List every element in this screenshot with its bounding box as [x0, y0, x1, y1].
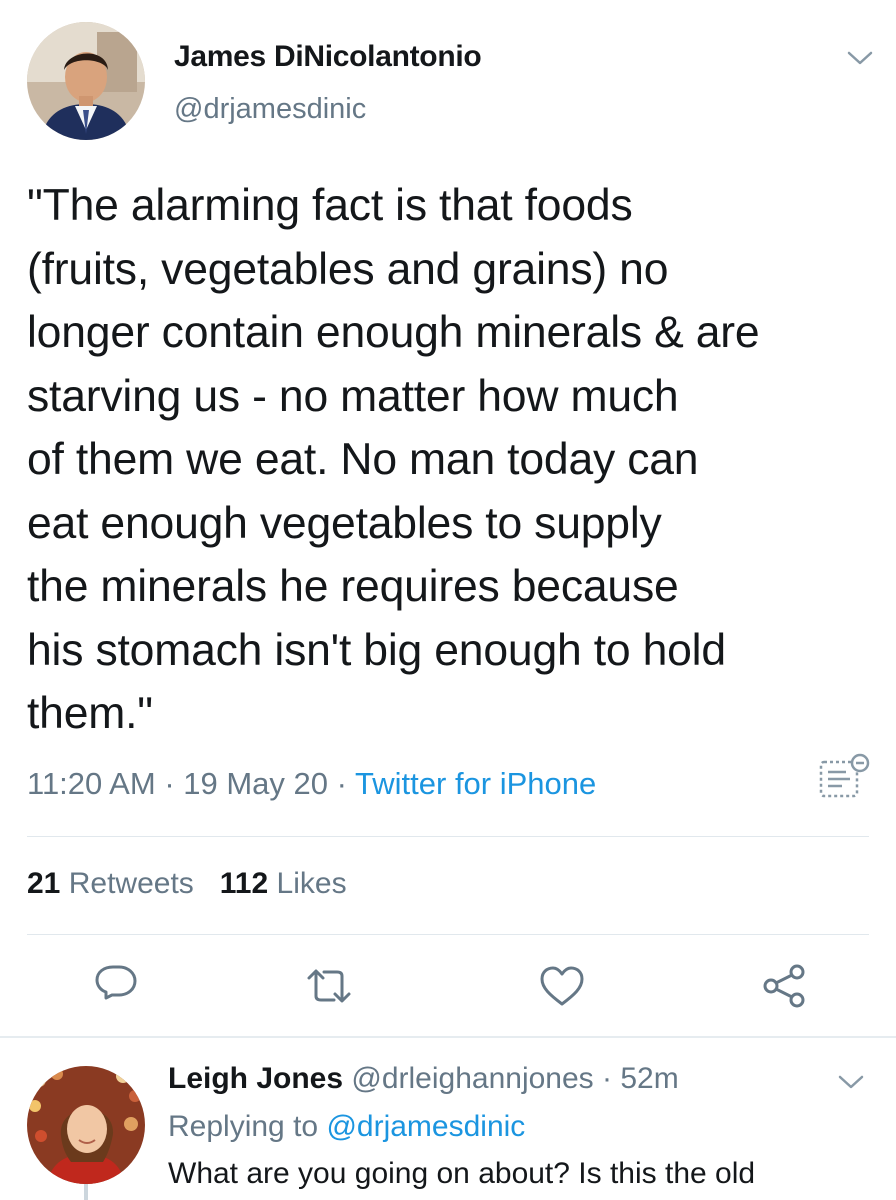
- tweet-stats: 21 Retweets 112 Likes: [27, 867, 347, 901]
- replying-mention-link[interactable]: @drjamesdinic: [326, 1110, 525, 1143]
- reply-author-avatar[interactable]: [27, 1066, 145, 1184]
- reply-time: 52m: [620, 1062, 679, 1095]
- tweet-detail-page: James DiNicolantonio @drjamesdinic "The …: [0, 0, 896, 1200]
- retweet-icon[interactable]: [305, 962, 353, 1010]
- tweet-meta: 11:20 AM · 19 May 20 · Twitter for iPhon…: [27, 766, 596, 802]
- tweet-time: 11:20 AM: [27, 766, 156, 801]
- replying-to: Replying to @drjamesdinic: [168, 1110, 525, 1144]
- tweet-text-line: starving us - no matter how much: [27, 371, 679, 421]
- tweet-text-line: eat enough vegetables to supply: [27, 498, 662, 548]
- retweets-stat[interactable]: 21 Retweets: [27, 867, 194, 900]
- tweet-text-line: them.": [27, 689, 153, 738]
- tweet-text-line: longer contain enough minerals & are: [27, 308, 760, 357]
- analytics-icon[interactable]: [818, 752, 870, 800]
- tweet-text-line: of them we eat. No man today can: [27, 435, 699, 484]
- meta-separator: ·: [336, 766, 347, 801]
- tweet-text-line: "The alarming fact is that foods: [27, 181, 633, 230]
- reply-author-handle[interactable]: @drleighannjones: [351, 1062, 593, 1095]
- meta-separator: ·: [602, 1062, 613, 1095]
- likes-stat[interactable]: 112 Likes: [220, 867, 347, 900]
- tweet-text-line: his stomach isn't big enough to hold: [27, 625, 726, 675]
- divider: [27, 934, 869, 935]
- tweet-source-link[interactable]: Twitter for iPhone: [355, 766, 596, 801]
- retweet-label: Retweets: [68, 867, 194, 900]
- section-divider: [0, 1036, 896, 1038]
- chevron-down-icon[interactable]: [836, 1071, 866, 1093]
- heart-icon[interactable]: [538, 962, 586, 1010]
- tweet-text-line: (fruits, vegetables and grains) no: [27, 244, 669, 294]
- retweet-count: 21: [27, 867, 61, 900]
- chevron-down-icon[interactable]: [845, 47, 875, 69]
- thread-line: [84, 1184, 88, 1200]
- author-name[interactable]: James DiNicolantonio: [174, 40, 482, 74]
- replying-prefix: Replying to: [168, 1110, 319, 1143]
- author-avatar[interactable]: [27, 22, 145, 140]
- divider: [27, 836, 869, 837]
- author-handle[interactable]: @drjamesdinic: [174, 93, 366, 126]
- like-label: Likes: [276, 867, 347, 900]
- reply-author-name[interactable]: Leigh Jones: [168, 1062, 343, 1095]
- reply-text: What are you going on about? Is this the…: [168, 1157, 756, 1190]
- like-count: 112: [219, 867, 269, 900]
- reply-header: Leigh Jones @drleighannjones · 52m: [168, 1062, 679, 1096]
- tweet-text: "The alarming fact is that foods (fruits…: [27, 174, 877, 746]
- meta-separator: ·: [164, 766, 175, 801]
- share-icon[interactable]: [760, 962, 808, 1010]
- tweet-text-line: the minerals he requires because: [27, 562, 679, 611]
- reply-icon[interactable]: [92, 962, 140, 1010]
- tweet-date: 19 May 20: [183, 766, 329, 801]
